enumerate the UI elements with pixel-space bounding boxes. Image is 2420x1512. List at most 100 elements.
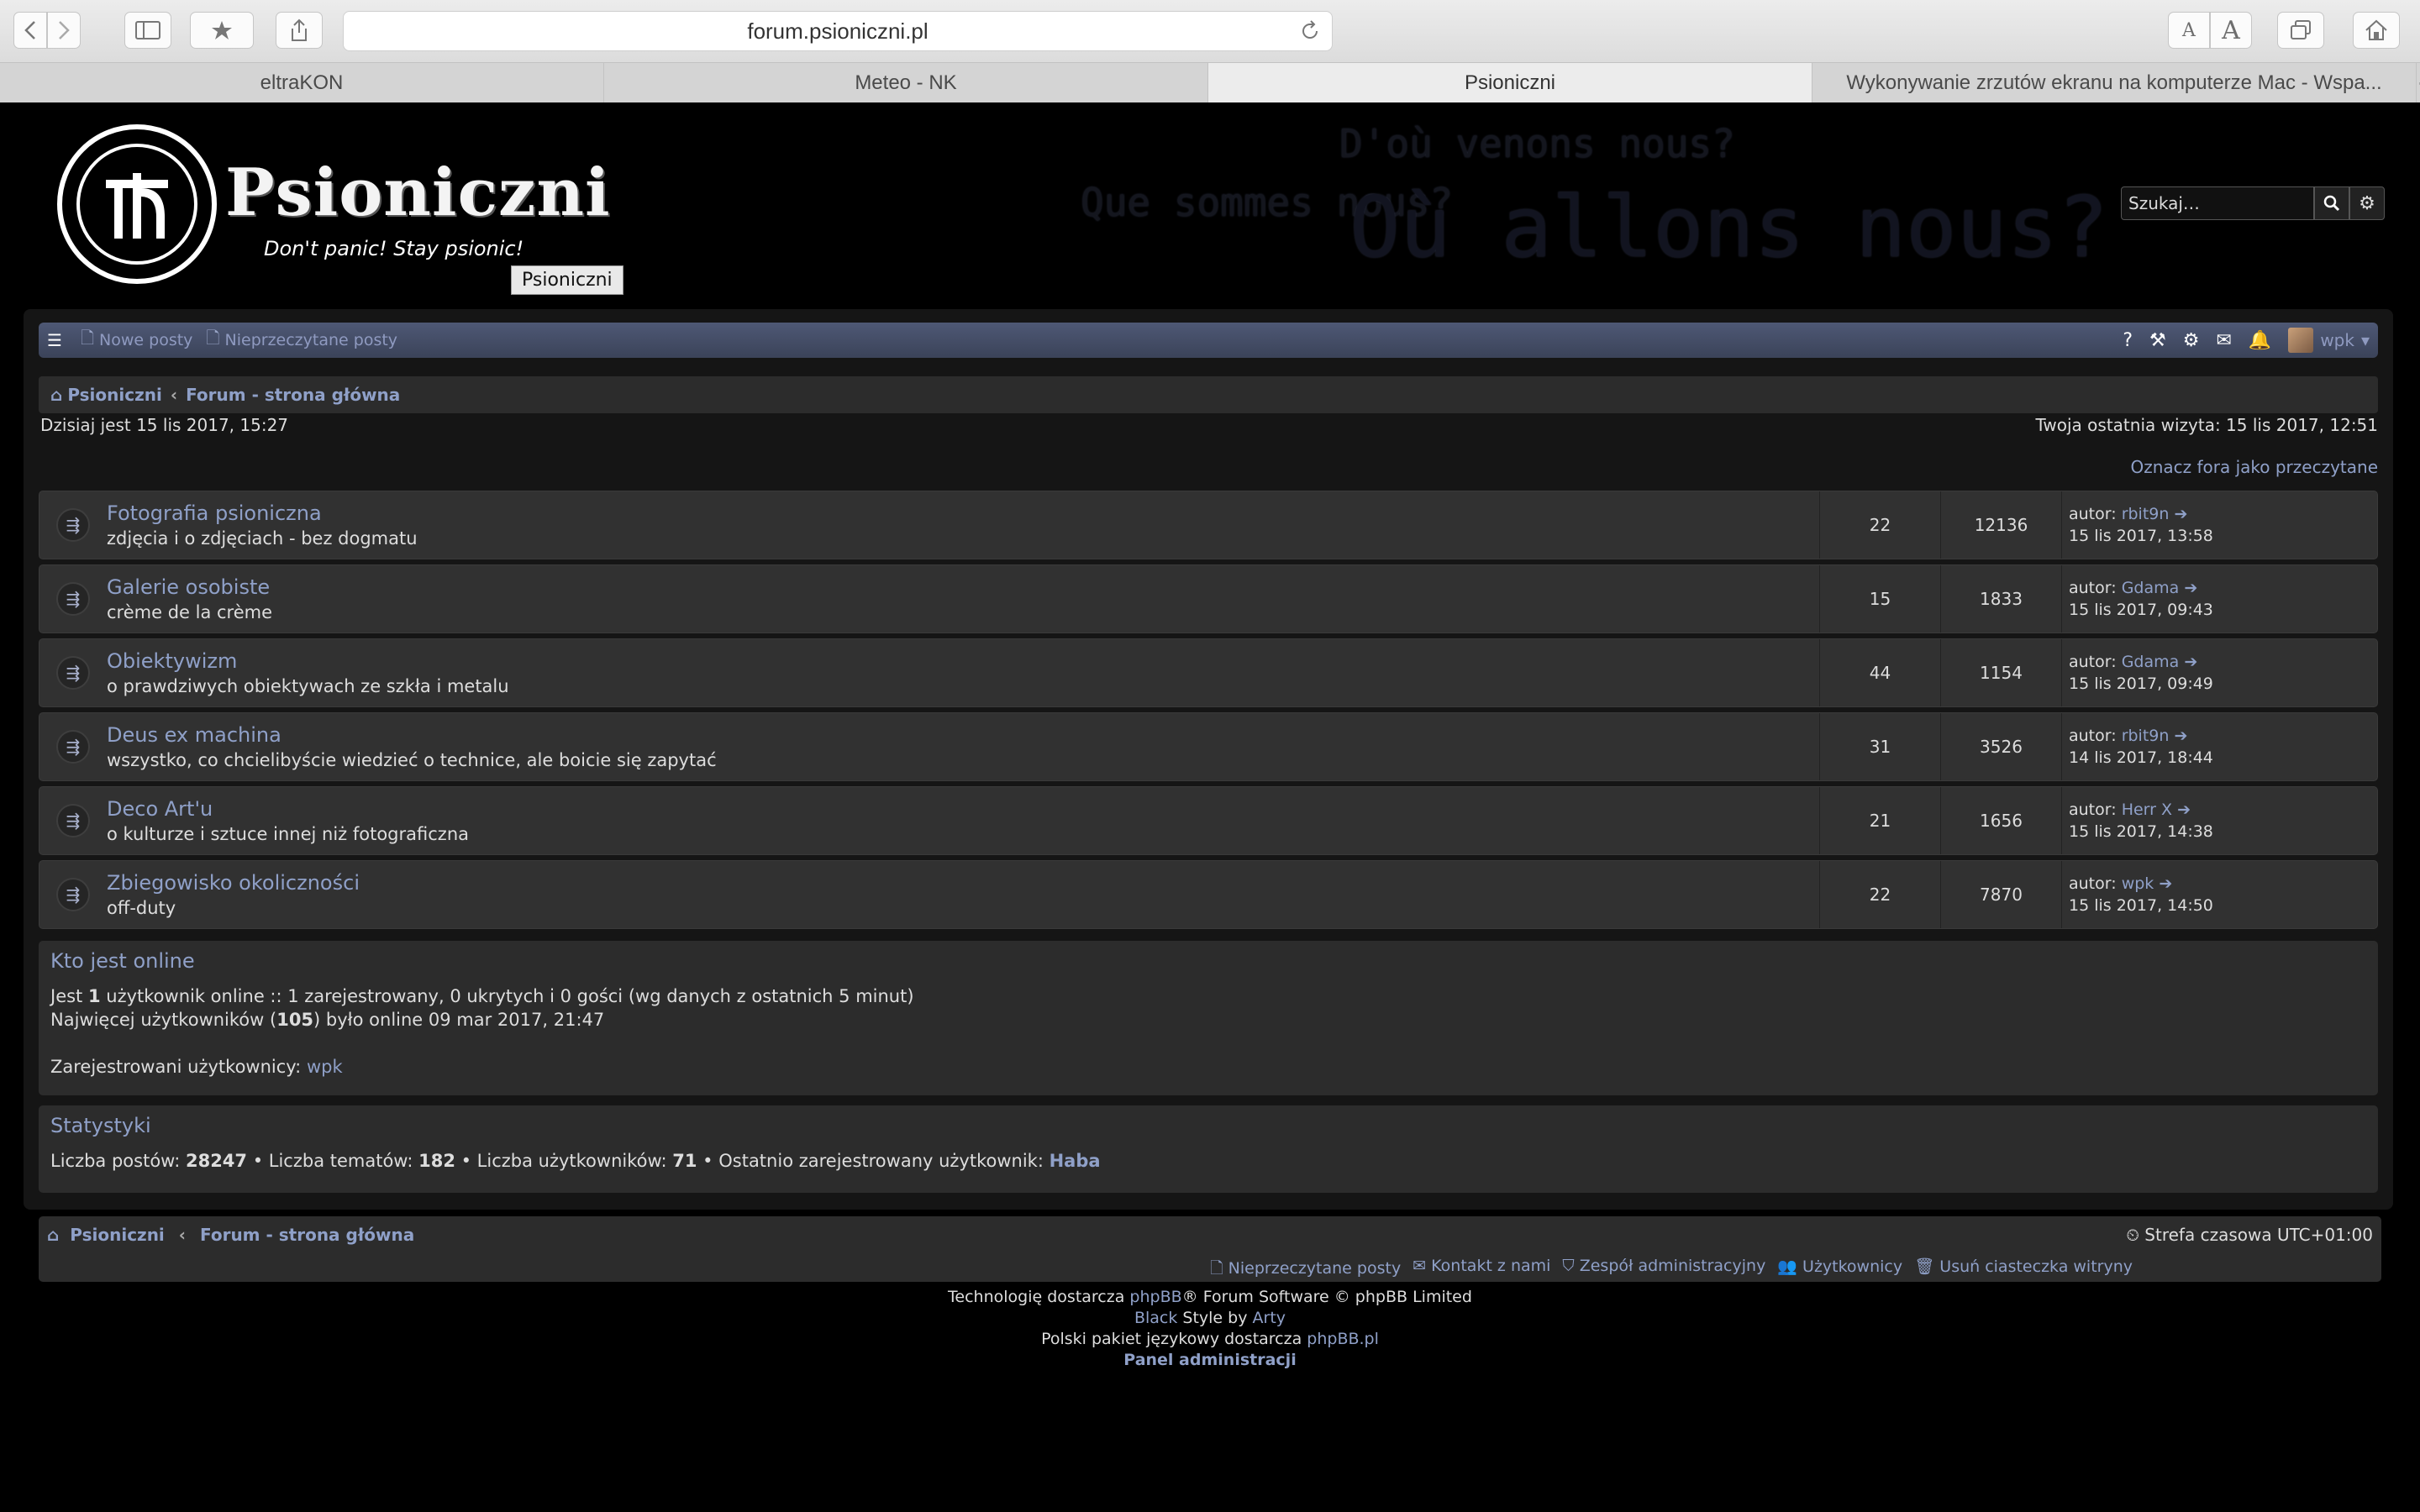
credits: Technologię dostarcza phpBB® Forum Softw… bbox=[0, 1287, 2420, 1371]
statistics-title: Statystyki bbox=[50, 1114, 151, 1137]
admin-panel-link[interactable]: Panel administracji bbox=[0, 1350, 2420, 1371]
tab-mac-screenshots[interactable]: Wykonywanie zrzutów ekranu na komputerze… bbox=[1812, 63, 2417, 103]
footer-home-link[interactable]: Psioniczni bbox=[70, 1225, 165, 1245]
statistics-panel: Statystyki Liczba postów: 28247 • Liczba… bbox=[39, 1105, 2378, 1193]
home-icon bbox=[2365, 19, 2387, 40]
forum-title[interactable]: Deus ex machina bbox=[107, 723, 1819, 747]
forum-description: off-duty bbox=[107, 898, 176, 918]
forum-title[interactable]: Deco Art'u bbox=[107, 797, 1819, 821]
footer-team-link[interactable]: ⛉ Zespół administracyjny bbox=[1562, 1257, 1765, 1284]
font-larger-button[interactable]: A bbox=[2210, 12, 2252, 49]
forum-title[interactable]: Obiektywizm bbox=[107, 649, 1819, 673]
current-date: Dzisiaj jest 15 lis 2017, 15:27 bbox=[40, 415, 289, 435]
main-wrap: ☰ 🗋 Nowe posty 🗋 Nieprzeczytane posty ? ⚒ … bbox=[24, 309, 2393, 1210]
site-name[interactable]: Psioniczni bbox=[225, 155, 611, 231]
last-post-author[interactable]: wpk bbox=[2122, 874, 2154, 893]
share-button[interactable] bbox=[276, 12, 323, 49]
goto-arrow-icon[interactable]: ➔ bbox=[2177, 801, 2191, 819]
moderator-icon[interactable]: ⚒ bbox=[2149, 330, 2166, 351]
back-button[interactable] bbox=[13, 12, 47, 49]
last-post-author[interactable]: rbit9n bbox=[2122, 505, 2170, 523]
footer-members-link[interactable]: 👥 Użytkownicy bbox=[1777, 1257, 1902, 1284]
newest-user-link[interactable]: Haba bbox=[1050, 1151, 1101, 1171]
trash-icon: 🗑 bbox=[1914, 1257, 1940, 1276]
background-text: Où allons nous? bbox=[1349, 178, 2109, 276]
topic-count: 21 bbox=[1819, 787, 1940, 854]
search-button[interactable] bbox=[2314, 186, 2349, 220]
site-description: Don't panic! Stay psionic! bbox=[264, 237, 524, 260]
tab-bar: eltraKON Meteo - NK Psioniczni Wykonywan… bbox=[0, 62, 2420, 103]
goto-arrow-icon[interactable]: ➔ bbox=[2184, 579, 2197, 597]
last-post-author[interactable]: Gdama bbox=[2122, 653, 2180, 671]
notifications-icon[interactable]: 🔔 bbox=[2249, 330, 2271, 351]
forum-row: ⇶ Obiektywizm o prawdziwych obiektywach … bbox=[39, 638, 2378, 707]
tabs-overview-button[interactable] bbox=[2277, 12, 2324, 49]
phpbb-link[interactable]: phpBB bbox=[1129, 1288, 1181, 1306]
home-button[interactable] bbox=[2353, 12, 2400, 49]
search-box: Szukaj… ⚙ bbox=[2121, 186, 2385, 220]
bookmarks-button[interactable] bbox=[190, 12, 254, 49]
inbox-icon[interactable]: ✉ bbox=[2216, 330, 2231, 351]
author-label: autor: bbox=[2069, 874, 2117, 893]
unread-posts-link[interactable]: 🗋 Nieprzeczytane posty bbox=[206, 326, 397, 354]
tab-psioniczni[interactable]: Psioniczni bbox=[1208, 63, 1812, 103]
last-post-date: 15 lis 2017, 13:58 bbox=[2069, 527, 2213, 545]
forum-row: ⇶ Fotografia psioniczna zdjęcia i o zdję… bbox=[39, 491, 2378, 559]
post-count: 1833 bbox=[1940, 565, 2061, 633]
phpbb-pl-link[interactable]: phpBB.pl bbox=[1307, 1330, 1379, 1348]
tab-eltrakon[interactable]: eltraKON bbox=[0, 63, 604, 103]
new-posts-link[interactable]: 🗋 Nowe posty bbox=[81, 326, 192, 354]
last-post-author[interactable]: rbit9n bbox=[2122, 727, 2170, 745]
last-post-author[interactable]: Gdama bbox=[2122, 579, 2180, 597]
advanced-search-button[interactable]: ⚙ bbox=[2349, 186, 2385, 220]
last-post-date: 14 lis 2017, 18:44 bbox=[2069, 748, 2213, 767]
forward-button[interactable] bbox=[47, 12, 81, 49]
faq-icon[interactable]: ? bbox=[2123, 330, 2133, 351]
breadcrumb-index[interactable]: Forum - strona główna bbox=[186, 385, 400, 405]
mark-forums-read-link[interactable]: Oznacz fora jako przeczytane bbox=[2130, 457, 2378, 477]
tooltip: Psioniczni bbox=[511, 265, 623, 295]
new-posts-label: Nowe posty bbox=[99, 331, 193, 349]
last-post-author[interactable]: Herr X bbox=[2122, 801, 2172, 819]
breadcrumb-home[interactable]: Psioniczni bbox=[67, 385, 162, 405]
goto-arrow-icon[interactable]: ➔ bbox=[2174, 505, 2187, 523]
menu-button[interactable]: ☰ bbox=[47, 330, 67, 350]
goto-arrow-icon[interactable]: ➔ bbox=[2159, 874, 2172, 893]
site-logo[interactable] bbox=[57, 124, 217, 284]
forum-description: zdjęcia i o zdjęciach - bez dogmatu bbox=[107, 528, 418, 549]
tab-meteo[interactable]: Meteo - NK bbox=[604, 63, 1208, 103]
last-post: autor: Herr X ➔ 15 lis 2017, 14:38 bbox=[2061, 787, 2377, 854]
file-icon: 🗋 bbox=[80, 328, 95, 348]
post-count: 7870 bbox=[1940, 861, 2061, 928]
sidebar-button[interactable] bbox=[124, 12, 171, 49]
forum-title[interactable]: Fotografia psioniczna bbox=[107, 501, 1819, 525]
footer-delete-cookies-link[interactable]: 🗑 Usuń ciasteczka witryny bbox=[1914, 1257, 2133, 1284]
footer-unread-link[interactable]: 🗋 Nieprzeczytane posty bbox=[1210, 1257, 1401, 1284]
last-post-date: 15 lis 2017, 09:43 bbox=[2069, 601, 2213, 619]
gear-icon: ⚙ bbox=[2359, 192, 2375, 214]
footer-contact-link[interactable]: ✉ Kontakt z nami bbox=[1413, 1257, 1550, 1284]
address-bar[interactable]: forum.psioniczni.pl bbox=[343, 11, 1333, 51]
who-is-online-panel: Kto jest online Jest 1 użytkownik online… bbox=[39, 941, 2378, 1095]
forum-header: Psioniczni Don't panic! Stay psionic! Ps… bbox=[0, 102, 2420, 304]
user-menu[interactable]: wpk ▾ bbox=[2288, 328, 2370, 353]
goto-arrow-icon[interactable]: ➔ bbox=[2174, 727, 2187, 745]
forum-description: wszystko, co chcielibyście wiedzieć o te… bbox=[107, 750, 717, 770]
registered-user-link[interactable]: wpk bbox=[307, 1057, 343, 1077]
breadcrumb-separator: ‹ bbox=[170, 385, 178, 405]
goto-arrow-icon[interactable]: ➔ bbox=[2184, 653, 2197, 671]
new-tab-button[interactable]: + bbox=[2417, 63, 2420, 102]
forum-read-icon: ⇶ bbox=[56, 582, 90, 616]
forum-title[interactable]: Galerie osobiste bbox=[107, 575, 1819, 599]
last-post: autor: wpk ➔ 15 lis 2017, 14:50 bbox=[2061, 861, 2377, 928]
who-is-online-title[interactable]: Kto jest online bbox=[50, 949, 2366, 973]
last-visit: Twoja ostatnia wizyta: 15 lis 2017, 12:5… bbox=[2035, 415, 2379, 435]
reload-icon[interactable] bbox=[1300, 20, 1320, 48]
forum-title[interactable]: Zbiegowisko okoliczności bbox=[107, 871, 1819, 895]
arty-link[interactable]: Arty bbox=[1253, 1309, 1286, 1327]
settings-icon[interactable]: ⚙ bbox=[2183, 330, 2200, 351]
style-link[interactable]: Black bbox=[1134, 1309, 1177, 1327]
font-smaller-button[interactable]: A bbox=[2168, 12, 2210, 49]
search-input[interactable]: Szukaj… bbox=[2121, 186, 2314, 220]
footer-index-link[interactable]: Forum - strona główna bbox=[200, 1225, 414, 1245]
